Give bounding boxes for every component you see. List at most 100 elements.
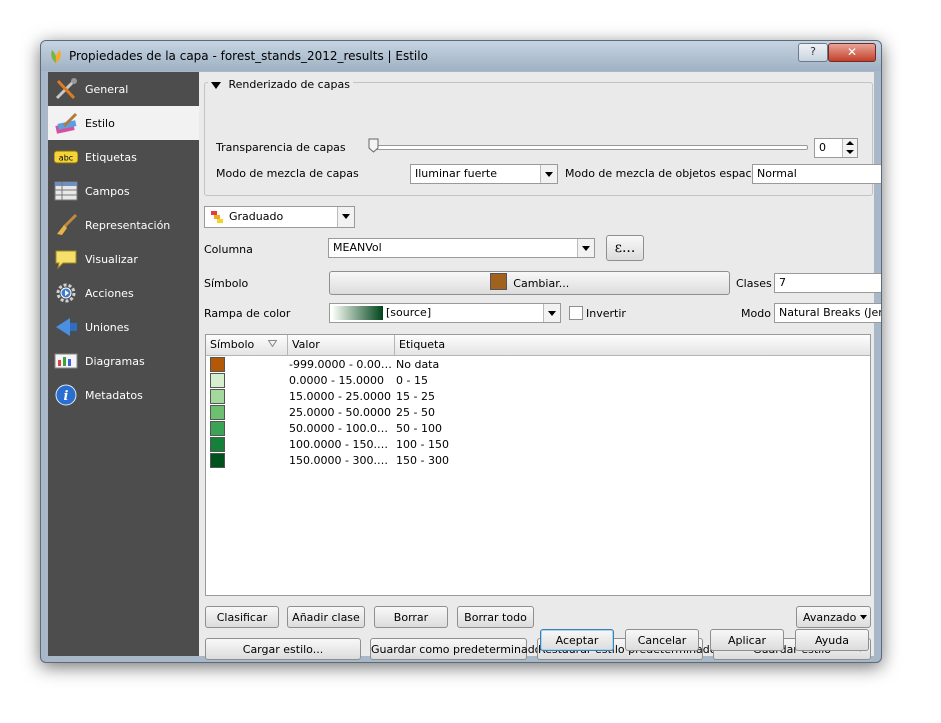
classes-table: Símbolo Valor Etiqueta -999.0000 - 0.000… <box>205 334 871 596</box>
gear-icon <box>56 283 76 303</box>
column-header-value[interactable]: Valor <box>288 335 395 356</box>
transparency-label: Transparencia de capas <box>216 141 346 154</box>
sidebar-item-general[interactable]: General <box>48 72 199 106</box>
delete-button[interactable]: Borrar <box>374 606 448 628</box>
classes-label: Clases <box>736 277 772 290</box>
sort-indicator-icon <box>268 340 277 347</box>
class-color-swatch[interactable] <box>210 357 225 372</box>
change-symbol-button[interactable]: Cambiar... <box>329 271 730 295</box>
svg-text:abc: abc <box>59 154 73 163</box>
table-row[interactable]: 150.0000 - 300.00... 150 - 300 <box>206 453 870 469</box>
classify-button[interactable]: Clasificar <box>205 606 279 628</box>
sidebar-item-representacion[interactable]: Representación <box>48 208 199 242</box>
blend-mode-value: Iluminar fuerte <box>415 167 497 180</box>
class-color-swatch[interactable] <box>210 389 225 404</box>
table-row[interactable]: 0.0000 - 15.0000 0 - 15 <box>206 373 870 389</box>
window-title: Propiedades de la capa - forest_stands_2… <box>69 49 428 63</box>
qgis-icon <box>51 50 61 63</box>
class-color-swatch[interactable] <box>210 437 225 452</box>
sidebar-item-uniones[interactable]: Uniones <box>48 310 199 344</box>
rendering-group-header[interactable]: Renderizado de capas <box>208 78 353 91</box>
renderer-type-select[interactable]: Graduado <box>204 206 355 228</box>
feature-blend-select[interactable]: Normal <box>752 164 881 184</box>
chevron-down-icon <box>540 165 557 183</box>
speech-bubble-icon <box>55 250 77 270</box>
invert-label: Invertir <box>586 307 626 320</box>
column-label: Columna <box>204 243 253 256</box>
color-ramp-preview <box>333 306 383 320</box>
classes-spinbox[interactable]: 7 <box>774 273 881 293</box>
sidebar-item-campos[interactable]: Campos <box>48 174 199 208</box>
spin-arrows-icon[interactable] <box>842 139 857 157</box>
chevron-down-icon <box>860 615 867 620</box>
join-arrow-icon <box>56 318 77 336</box>
delete-all-button[interactable]: Borrar todo <box>457 606 534 628</box>
chart-icon <box>54 353 78 369</box>
sidebar-item-label: Estilo <box>85 117 115 130</box>
transparency-slider-handle[interactable] <box>368 138 379 153</box>
load-style-button[interactable]: Cargar estilo... <box>205 638 361 660</box>
help-button[interactable]: Ayuda <box>795 629 869 651</box>
feature-blend-value: Normal <box>757 167 797 180</box>
change-symbol-label: Cambiar... <box>513 277 570 290</box>
transparency-spinbox[interactable]: 0 <box>814 138 858 158</box>
close-button[interactable]: ✕ <box>828 43 876 62</box>
blend-mode-label: Modo de mezcla de capas <box>216 167 359 180</box>
sidebar-item-label: Etiquetas <box>85 151 137 164</box>
chevron-down-icon <box>577 239 594 257</box>
chevron-down-icon <box>337 207 354 227</box>
table-row[interactable]: 15.0000 - 25.0000 15 - 25 <box>206 389 870 405</box>
sidebar-item-label: Visualizar <box>85 253 138 266</box>
column-value: MEANVol <box>333 241 382 254</box>
abc-label-icon: abc <box>54 150 78 164</box>
expression-button[interactable]: ε... <box>606 235 644 261</box>
sidebar-item-estilo[interactable]: Estilo <box>48 106 199 140</box>
column-header-label[interactable]: Etiqueta <box>395 335 870 356</box>
mode-value: Natural Breaks (Jenks) <box>779 306 881 319</box>
help-title-button[interactable]: ? <box>798 43 828 62</box>
sidebar-item-etiquetas[interactable]: abc Etiquetas <box>48 140 199 174</box>
sidebar-item-acciones[interactable]: Acciones <box>48 276 199 310</box>
sidebar-item-label: Diagramas <box>85 355 145 368</box>
table-row[interactable]: 100.0000 - 150.00... 100 - 150 <box>206 437 870 453</box>
column-select[interactable]: MEANVol <box>328 238 595 258</box>
sidebar-item-label: Uniones <box>85 321 130 334</box>
advanced-button[interactable]: Avanzado <box>796 606 871 628</box>
table-row[interactable]: 50.0000 - 100.0000 50 - 100 <box>206 421 870 437</box>
save-default-button[interactable]: Guardar como predeterminado <box>370 638 541 660</box>
cancel-button[interactable]: Cancelar <box>625 629 699 651</box>
table-row[interactable]: -999.0000 - 0.0000 No data <box>206 357 870 373</box>
table-icon <box>54 181 78 201</box>
class-color-swatch[interactable] <box>210 453 225 468</box>
symbol-swatch <box>489 273 507 290</box>
table-row[interactable]: 25.0000 - 50.0000 25 - 50 <box>206 405 870 421</box>
mode-select[interactable]: Natural Breaks (Jenks) <box>774 303 881 323</box>
transparency-value: 0 <box>819 141 826 154</box>
ok-button[interactable]: Aceptar <box>540 629 614 651</box>
class-color-swatch[interactable] <box>210 373 225 388</box>
renderer-type-value: Graduado <box>229 210 284 223</box>
sidebar-item-label: Metadatos <box>85 389 143 402</box>
mode-label: Modo <box>741 307 771 320</box>
classes-value: 7 <box>779 276 786 289</box>
invert-checkbox[interactable] <box>569 306 583 320</box>
color-ramp-label: Rampa de color <box>204 307 291 320</box>
add-class-button[interactable]: Añadir clase <box>287 606 365 628</box>
blend-mode-select[interactable]: Iluminar fuerte <box>410 164 558 184</box>
svg-text:i: i <box>64 389 69 404</box>
transparency-slider-track[interactable] <box>372 145 808 150</box>
sidebar-item-label: Campos <box>85 185 130 198</box>
color-ramp-value: [source] <box>386 306 432 319</box>
class-color-swatch[interactable] <box>210 405 225 420</box>
apply-button[interactable]: Aplicar <box>710 629 784 651</box>
sidebar-item-diagramas[interactable]: Diagramas <box>48 344 199 378</box>
color-ramp-select[interactable]: [source] <box>329 303 561 323</box>
sidebar-item-metadatos[interactable]: i Metadatos <box>48 378 199 412</box>
sidebar-item-label: General <box>85 83 129 96</box>
layer-properties-window: Propiedades de la capa - forest_stands_2… <box>40 40 882 663</box>
paintbrush-icon <box>55 112 78 134</box>
sidebar-item-visualizar[interactable]: Visualizar <box>48 242 199 276</box>
info-icon: i <box>55 384 77 406</box>
class-color-swatch[interactable] <box>210 421 225 436</box>
column-header-symbol[interactable]: Símbolo <box>206 335 288 356</box>
